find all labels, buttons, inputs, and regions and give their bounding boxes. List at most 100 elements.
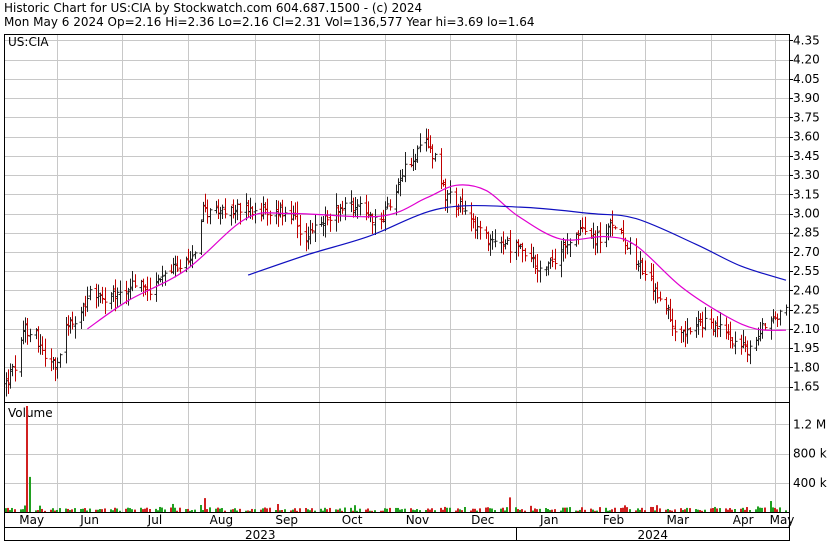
ohlc-bar: [349, 190, 354, 213]
volume-bar: [626, 507, 628, 512]
volume-bar: [86, 510, 88, 512]
volume-bar: [755, 509, 757, 512]
volume-bar: [695, 509, 697, 512]
ohlc-bar: [711, 318, 716, 336]
volume-bar: [50, 509, 52, 512]
volume-bar: [644, 510, 646, 512]
volume-bar: [314, 510, 316, 512]
price-tick-label: 3.15: [793, 187, 820, 201]
volume-bar: [129, 508, 131, 512]
volume-bar: [200, 504, 202, 512]
volume-bar: [71, 509, 73, 512]
ohlc-bar: [128, 278, 133, 300]
volume-bar: [369, 510, 371, 512]
price-tick-label: 3.45: [793, 149, 820, 163]
ohlc-bar: [334, 193, 339, 232]
ohlc-bar: [306, 226, 311, 250]
ohlc-bar: [259, 202, 264, 222]
volume-bar: [367, 508, 369, 512]
volume-bar: [785, 510, 787, 512]
volume-bar: [549, 510, 551, 512]
ohlc-bar: [235, 199, 240, 221]
volume-bar: [356, 510, 358, 512]
volume-bar: [95, 509, 97, 512]
volume-bar: [365, 509, 367, 512]
volume-bar: [731, 509, 733, 512]
ohlc-bar: [625, 242, 630, 251]
volume-bar: [519, 509, 521, 512]
month-label: Feb: [603, 513, 624, 527]
volume-bar: [459, 509, 461, 512]
ohlc-bar: [173, 255, 178, 278]
ohlc-bar: [73, 316, 78, 339]
volume-bar: [569, 507, 571, 512]
volume-bar: [515, 507, 517, 512]
volume-bar: [659, 508, 661, 512]
volume-bar: [607, 510, 609, 512]
ohlc-bar: [713, 320, 718, 338]
ohlc-bar: [220, 204, 225, 219]
ohlc-bar: [664, 297, 669, 315]
volume-bar: [52, 508, 54, 512]
volume-bar: [251, 508, 253, 512]
volume-bar: [485, 507, 487, 512]
volume-bar: [416, 509, 418, 512]
volume-bar: [669, 510, 671, 512]
volume-bar: [680, 508, 682, 512]
ohlc-bar: [638, 251, 643, 279]
ohlc-bar: [216, 199, 221, 220]
volume-bar: [502, 507, 504, 512]
volume-bar: [326, 509, 328, 512]
ohlc-bar: [670, 308, 675, 337]
volume-bar: [11, 507, 13, 512]
ohlc-bar: [739, 334, 744, 355]
volume-bar: [260, 509, 262, 512]
volume-bar: [554, 509, 556, 512]
volume-bar: [749, 510, 751, 512]
volume-bar: [654, 510, 656, 512]
ohlc-bar: [418, 133, 423, 153]
volume-bar: [157, 510, 159, 512]
volume-bar: [254, 509, 256, 512]
volume-bar: [374, 510, 376, 512]
ohlc-bar: [253, 202, 258, 224]
ohlc-bar: [244, 193, 249, 221]
ohlc-bar: [186, 248, 191, 265]
month-label: Jan: [539, 513, 559, 527]
volume-bar: [350, 507, 352, 512]
volume-bar: [584, 509, 586, 512]
ohlc-bar: [409, 157, 414, 168]
volume-bar: [209, 507, 211, 512]
ohlc-bar: [568, 238, 573, 258]
volume-bar: [29, 476, 31, 512]
volume-bar: [716, 508, 718, 512]
volume-bar: [352, 510, 354, 512]
volume-bar: [577, 510, 579, 512]
volume-bar: [191, 510, 193, 512]
volume-tick-label: 400 k: [793, 476, 827, 490]
ohlc-bar: [643, 260, 648, 281]
ohlc-bar: [748, 340, 753, 365]
volume-bar: [479, 508, 481, 512]
volume-bar: [170, 507, 172, 512]
ohlc-bar: [604, 224, 609, 248]
volume-bar: [744, 509, 746, 512]
volume-bar: [354, 505, 356, 512]
ohlc-bar: [58, 353, 63, 368]
ohlc-bar: [199, 219, 204, 256]
volume-bar: [686, 507, 688, 512]
volume-bar: [440, 507, 442, 512]
ohlc-bar: [4, 372, 9, 397]
volume-bar: [247, 510, 249, 512]
volume-bar: [727, 509, 729, 512]
price-tick-label: 2.40: [793, 283, 820, 297]
month-label: Dec: [471, 513, 494, 527]
month-label: Jun: [79, 513, 99, 527]
ohlc-bar: [250, 206, 255, 220]
ohlc-bar: [640, 257, 645, 276]
volume-bar: [770, 501, 772, 512]
ohlc-bar: [396, 178, 401, 194]
ohlc-bar: [503, 239, 508, 250]
price-tick-label: 2.55: [793, 264, 820, 278]
ohlc-bar: [741, 330, 746, 349]
